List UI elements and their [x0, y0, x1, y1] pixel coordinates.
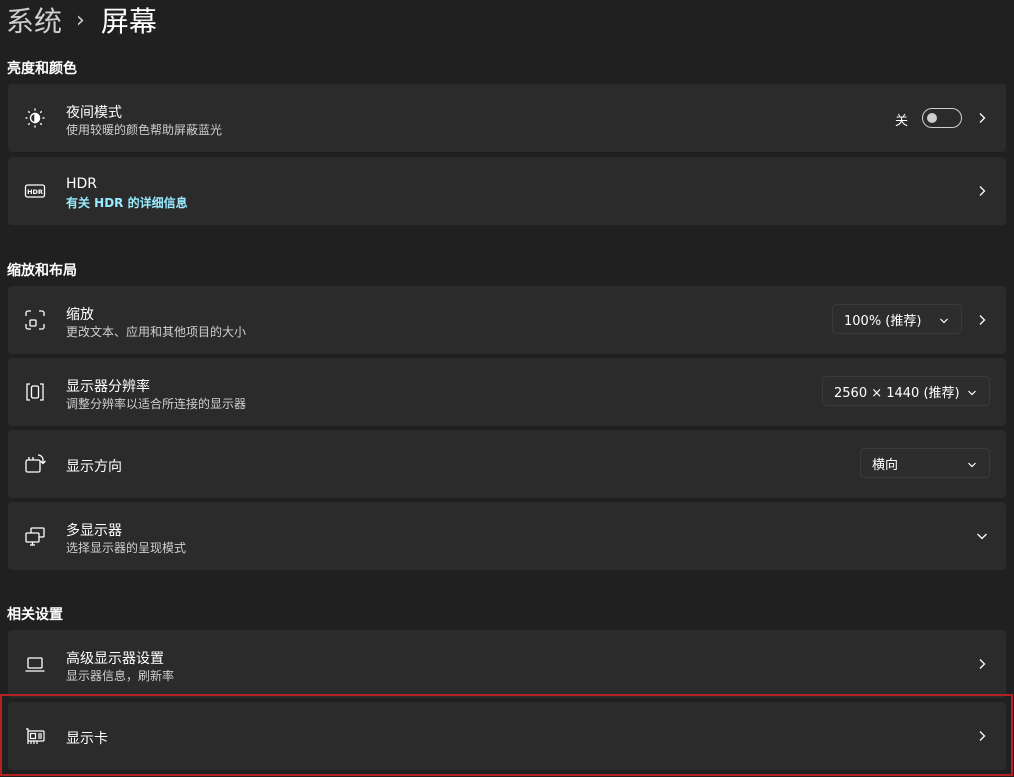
night-light-toggle[interactable] [922, 108, 962, 128]
scale-dropdown[interactable]: 100% (推荐) [832, 304, 962, 334]
resolution-dropdown-value: 2560 × 1440 (推荐) [834, 385, 960, 401]
scale-detail-chevron-icon[interactable] [976, 314, 988, 326]
section-title-brightness: 亮度和颜色 [7, 61, 77, 77]
chevron-down-icon [967, 387, 977, 402]
resolution-icon [24, 381, 46, 403]
breadcrumb: 系统 › 屏幕 [6, 0, 157, 40]
multi-display-card[interactable]: 多显示器 选择显示器的呈现模式 [8, 502, 1006, 570]
resolution-card: 显示器分辨率 调整分辨率以适合所连接的显示器 2560 × 1440 (推荐) [8, 358, 1006, 426]
svg-text:HDR: HDR [27, 188, 43, 196]
hdr-title: HDR [66, 176, 98, 192]
night-light-desc: 使用较暖的颜色帮助屏蔽蓝光 [66, 123, 223, 137]
laptop-icon [24, 653, 46, 675]
page-title: 屏幕 [100, 5, 157, 38]
hdr-icon: HDR [24, 180, 46, 202]
breadcrumb-parent[interactable]: 系统 [6, 0, 62, 40]
night-light-title: 夜间模式 [66, 105, 122, 121]
scale-card: 缩放 更改文本、应用和其他项目的大小 100% (推荐) [8, 286, 1006, 354]
scale-dropdown-value: 100% (推荐) [844, 313, 922, 329]
section-title-scale-layout: 缩放和布局 [7, 263, 77, 279]
resolution-desc: 调整分辨率以适合所连接的显示器 [66, 397, 247, 411]
orientation-title: 显示方向 [66, 459, 122, 475]
multi-display-icon [24, 525, 46, 547]
chevron-right-icon [976, 185, 988, 197]
scale-icon [24, 309, 46, 331]
section-title-related: 相关设置 [7, 607, 63, 623]
hdr-card[interactable]: HDR HDR 有关 HDR 的详细信息 [8, 157, 1006, 225]
multi-display-desc: 选择显示器的呈现模式 [66, 541, 187, 555]
chevron-right-icon [976, 112, 988, 124]
orientation-dropdown-value: 横向 [872, 457, 899, 473]
orientation-dropdown[interactable]: 横向 [860, 448, 990, 478]
orientation-card: 显示方向 横向 [8, 430, 1006, 498]
chevron-down-icon [939, 315, 949, 330]
toggle-knob [927, 113, 937, 123]
scale-title: 缩放 [66, 307, 94, 323]
orientation-icon [24, 453, 46, 475]
multi-display-title: 多显示器 [66, 523, 122, 539]
resolution-title: 显示器分辨率 [66, 379, 150, 395]
night-light-card[interactable]: 夜间模式 使用较暖的颜色帮助屏蔽蓝光 关 [8, 84, 1006, 152]
night-light-toggle-label: 关 [895, 114, 909, 129]
resolution-dropdown[interactable]: 2560 × 1440 (推荐) [822, 376, 990, 406]
advanced-display-title: 高级显示器设置 [66, 651, 164, 667]
hdr-info-link[interactable]: 有关 HDR 的详细信息 [66, 194, 188, 211]
chevron-right-icon [976, 658, 988, 670]
brightness-icon [24, 107, 46, 129]
breadcrumb-separator: › [76, 7, 85, 33]
advanced-display-desc: 显示器信息，刷新率 [66, 669, 175, 683]
scale-desc: 更改文本、应用和其他项目的大小 [66, 325, 247, 339]
highlight-box [0, 694, 1013, 776]
chevron-down-icon [976, 530, 988, 542]
advanced-display-card[interactable]: 高级显示器设置 显示器信息，刷新率 [8, 630, 1006, 698]
chevron-down-icon [967, 459, 977, 474]
